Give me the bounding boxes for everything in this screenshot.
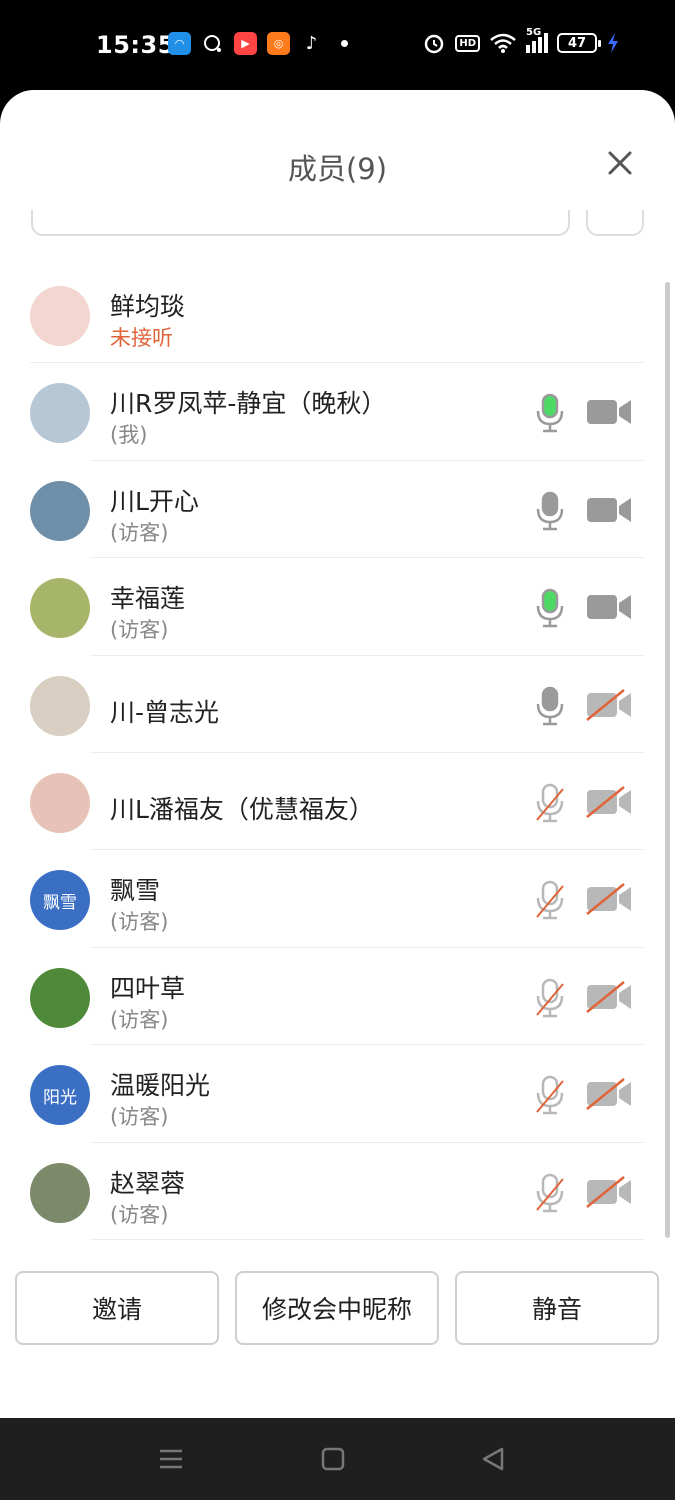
wifi-icon xyxy=(490,33,516,53)
member-name: 幸福莲 xyxy=(110,584,186,614)
member-name: 川L潘福友（优慧福友） xyxy=(110,794,374,824)
shop-app-icon: ◎ xyxy=(267,32,290,55)
member-status: (访客) xyxy=(110,910,169,935)
avatar xyxy=(30,578,90,639)
avatar xyxy=(30,967,90,1028)
member-row[interactable]: 幸福莲 (访客) xyxy=(0,558,675,656)
notification-icons: ◠ ▶ ◎ ♪ xyxy=(168,32,348,55)
status-time: 15:35 xyxy=(96,31,175,59)
member-name: 温暖阳光 xyxy=(110,1071,211,1101)
row-divider xyxy=(90,1238,644,1240)
member-list: 鲜均琰未接听川R罗凤苹-静宜（晚秋） (我) 川L开心 (访客) 幸福莲 (访客) 川-曾志… xyxy=(0,266,675,1240)
avatar: 飘雪 xyxy=(30,870,90,931)
mic-icon[interactable] xyxy=(535,686,565,726)
avatar xyxy=(30,772,90,833)
member-name: 四叶草 xyxy=(110,973,186,1003)
member-name: 赵翠蓉 xyxy=(110,1168,186,1198)
home-icon[interactable] xyxy=(320,1446,346,1472)
mute-all-button[interactable]: 静音 xyxy=(455,1271,659,1345)
action-bar: 邀请 修改会中昵称 静音 xyxy=(0,1271,675,1347)
camera-off-icon[interactable] xyxy=(586,1175,632,1208)
search-input[interactable] xyxy=(31,210,570,236)
mic-icon[interactable] xyxy=(535,588,565,628)
chat-icon xyxy=(201,32,224,55)
avatar xyxy=(30,286,90,346)
member-name: 川L开心 xyxy=(110,486,199,516)
member-row[interactable]: 赵翠蓉 (访客) xyxy=(0,1143,675,1240)
app-notification-icon: ◠ xyxy=(168,32,191,55)
avatar xyxy=(30,1162,90,1223)
member-status: (访客) xyxy=(110,1105,169,1130)
member-status: (访客) xyxy=(110,1202,169,1227)
mic-muted-icon[interactable] xyxy=(535,978,565,1018)
camera-icon[interactable] xyxy=(586,591,632,623)
camera-off-icon[interactable] xyxy=(586,1078,632,1111)
member-status: (访客) xyxy=(110,520,169,545)
screen: 15:35 ◠ ▶ ◎ ♪ HD 5G 47 成员(9) 鲜均琰 未接听 川R罗… xyxy=(0,0,675,1500)
camera-off-icon[interactable] xyxy=(586,785,632,818)
member-row[interactable]: 飘雪 飘雪 (访客) xyxy=(0,850,675,948)
camera-off-icon[interactable] xyxy=(586,883,632,916)
back-icon[interactable] xyxy=(480,1446,506,1472)
mic-muted-icon[interactable] xyxy=(535,783,565,823)
mic-muted-icon[interactable] xyxy=(535,1075,565,1115)
member-name: 飘雪 xyxy=(110,876,161,906)
alarm-icon xyxy=(425,34,444,54)
member-row[interactable]: 川R罗凤苹-静宜（晚秋） (我) xyxy=(0,363,675,461)
member-row[interactable]: 阳光 温暖阳光 (访客) xyxy=(0,1045,675,1143)
rename-button[interactable]: 修改会中昵称 xyxy=(235,1271,439,1345)
mic-muted-icon[interactable] xyxy=(535,1173,565,1213)
status-bar: 15:35 ◠ ▶ ◎ ♪ HD 5G 47 xyxy=(0,0,675,90)
members-sheet: 成员(9) 鲜均琰未接听川R罗凤苹-静宜（晚秋） (我) 川L开心 (访客) 幸福莲 (访… xyxy=(0,90,675,1418)
mic-icon[interactable] xyxy=(535,393,565,433)
member-status: (我) xyxy=(110,423,148,448)
member-name: 鲜均琰 xyxy=(110,292,186,321)
navigation-bar xyxy=(0,1418,675,1500)
member-row[interactable]: 川L潘福友（优慧福友） xyxy=(0,753,675,851)
mic-icon[interactable] xyxy=(535,491,565,531)
member-row[interactable]: 鲜均琰 未接听 xyxy=(0,266,675,364)
member-row[interactable]: 川-曾志光 xyxy=(0,656,675,753)
menu-icon[interactable] xyxy=(158,1446,184,1472)
camera-icon[interactable] xyxy=(586,396,632,428)
video-app-icon: ▶ xyxy=(234,32,257,55)
member-row[interactable]: 四叶草 (访客) xyxy=(0,948,675,1046)
battery-icon: 47 xyxy=(557,33,601,53)
more-notifications-icon xyxy=(341,40,348,47)
mic-muted-icon[interactable] xyxy=(535,880,565,920)
member-row[interactable]: 川L开心 (访客) xyxy=(0,461,675,559)
status-indicators: HD 5G 47 xyxy=(422,27,620,55)
member-name: 川-曾志光 xyxy=(110,697,220,727)
avatar xyxy=(30,480,90,541)
member-status: (访客) xyxy=(110,618,169,643)
avatar: 阳光 xyxy=(30,1065,90,1126)
avatar-initials: 飘雪 xyxy=(43,892,77,913)
hd-icon: HD xyxy=(455,34,480,52)
camera-off-icon[interactable] xyxy=(586,688,632,721)
member-status: (访客) xyxy=(110,1007,169,1032)
member-status: 未接听 xyxy=(110,326,173,350)
close-icon[interactable] xyxy=(603,146,637,180)
search-button[interactable] xyxy=(586,210,644,236)
avatar xyxy=(30,383,90,444)
member-name: 川R罗凤苹-静宜（晚秋） xyxy=(110,389,387,419)
tiktok-icon: ♪ xyxy=(305,33,318,54)
sheet-title: 成员(9) xyxy=(287,152,388,186)
avatar-initials: 阳光 xyxy=(43,1087,77,1108)
charging-icon xyxy=(608,33,618,53)
scrollbar[interactable] xyxy=(665,282,670,1238)
signal-icon: 5G xyxy=(526,27,548,53)
camera-icon[interactable] xyxy=(586,494,632,526)
avatar xyxy=(30,675,90,736)
camera-off-icon[interactable] xyxy=(586,980,632,1013)
invite-button[interactable]: 邀请 xyxy=(15,1271,219,1345)
